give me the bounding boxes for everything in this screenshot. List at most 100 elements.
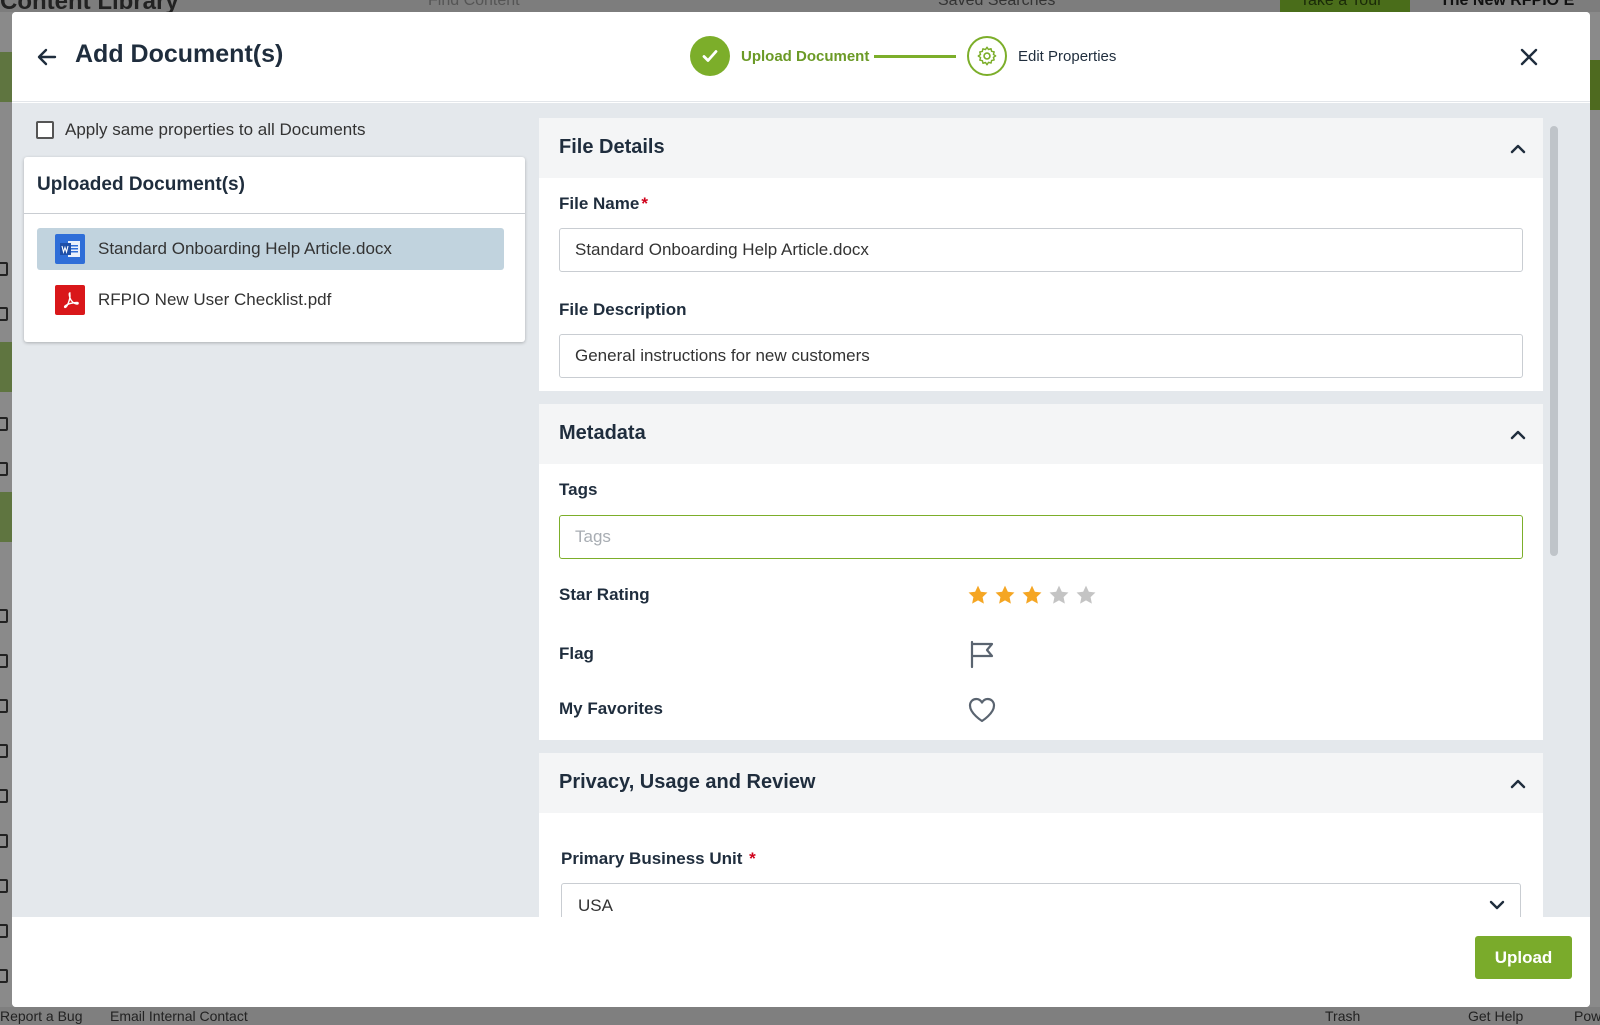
section-title: Privacy, Usage and Review <box>559 771 816 793</box>
required-marker: * <box>749 849 756 868</box>
star-filled-icon[interactable] <box>994 584 1016 606</box>
background-left-list <box>0 12 12 1007</box>
step-connector <box>874 55 956 58</box>
background-row-checkbox <box>0 789 8 803</box>
background-take-tour-button: Take a Tour <box>1280 0 1410 12</box>
background-get-help: Get Help <box>1468 1008 1524 1024</box>
pdf-icon <box>55 285 85 315</box>
properties-scrollbar[interactable] <box>1548 118 1558 917</box>
step-label: Upload Document <box>741 47 870 65</box>
background-footer: Report a Bug Email Internal Contact Tras… <box>0 1007 1600 1025</box>
upload-button[interactable]: Upload <box>1475 936 1572 979</box>
background-report-bug: Report a Bug <box>0 1008 83 1024</box>
document-name: Standard Onboarding Help Article.docx <box>98 239 392 258</box>
background-row-highlight <box>0 492 12 542</box>
favorites-label: My Favorites <box>559 699 663 718</box>
background-top-bar: Content Library Find Content Saved Searc… <box>0 0 1600 12</box>
chevron-up-icon[interactable] <box>1509 775 1527 793</box>
chevron-up-icon[interactable] <box>1509 426 1527 444</box>
tags-label: Tags <box>559 480 598 499</box>
heart-icon[interactable] <box>967 695 997 725</box>
step-label: Edit Properties <box>1018 47 1117 65</box>
background-row-checkbox <box>0 699 8 713</box>
background-row-highlight <box>0 52 12 102</box>
file-description-label: File Description <box>559 300 687 319</box>
chevron-down-icon <box>1489 900 1505 910</box>
step-edit-properties: Edit Properties <box>967 36 1116 76</box>
tags-input[interactable] <box>559 515 1523 559</box>
arrow-left-icon <box>37 48 57 66</box>
background-right-edge <box>1590 12 1600 1007</box>
document-name: RFPIO New User Checklist.pdf <box>98 290 332 309</box>
document-list-item[interactable]: Standard Onboarding Help Article.docx <box>37 228 504 270</box>
background-saved-searches: Saved Searches <box>938 0 1056 9</box>
close-icon <box>1520 48 1538 66</box>
background-row-highlight <box>0 342 12 392</box>
file-name-input[interactable] <box>559 228 1523 272</box>
background-row-checkbox <box>0 462 8 476</box>
section-header[interactable]: Privacy, Usage and Review <box>539 753 1543 813</box>
star-rating-label: Star Rating <box>559 585 650 604</box>
section-title: Metadata <box>559 422 646 444</box>
scrollbar-thumb[interactable] <box>1550 126 1558 556</box>
back-button[interactable] <box>32 42 62 72</box>
check-icon <box>702 50 718 62</box>
step-upload-document: Upload Document <box>690 36 869 76</box>
background-row-checkbox <box>0 609 8 623</box>
business-unit-label: Primary Business Unit * <box>561 849 756 868</box>
metadata-section: Metadata Tags Star Rating Flag My Favori… <box>539 404 1543 740</box>
background-new-label: The New RFPIO E <box>1440 0 1575 9</box>
uploaded-documents-title: Uploaded Document(s) <box>37 174 245 195</box>
background-row-checkbox <box>0 879 8 893</box>
background-search-input: Find Content <box>428 0 520 9</box>
section-header[interactable]: File Details <box>539 118 1543 178</box>
step-completed-indicator <box>690 36 730 76</box>
section-header[interactable]: Metadata <box>539 404 1543 464</box>
background-row-checkbox <box>0 262 8 276</box>
chevron-up-icon[interactable] <box>1509 140 1527 158</box>
background-email-contact: Email Internal Contact <box>110 1008 248 1024</box>
modal-footer: Upload <box>12 917 1590 1007</box>
section-title: File Details <box>559 136 665 158</box>
star-filled-icon[interactable] <box>967 584 989 606</box>
background-row-checkbox <box>0 924 8 938</box>
divider <box>24 213 525 214</box>
apply-same-properties-checkbox[interactable] <box>36 121 54 139</box>
required-marker: * <box>641 194 648 213</box>
business-unit-select[interactable]: USA <box>561 883 1521 917</box>
apply-same-properties-row[interactable]: Apply same properties to all Documents <box>36 120 365 140</box>
business-unit-value: USA <box>578 896 613 915</box>
background-row-checkbox <box>0 307 8 321</box>
background-trash: Trash <box>1325 1008 1361 1024</box>
close-button[interactable] <box>1514 42 1544 72</box>
background-row-checkbox <box>0 744 8 758</box>
background-action-band <box>1590 60 1600 110</box>
uploaded-documents-card: Uploaded Document(s) Standard Onboarding… <box>24 157 525 342</box>
modal-title: Add Document(s) <box>75 40 284 68</box>
background-app-title: Content Library <box>0 0 179 12</box>
flag-label: Flag <box>559 644 594 663</box>
step-active-indicator <box>967 36 1007 76</box>
background-powered: Pow <box>1574 1008 1600 1024</box>
star-rating[interactable] <box>967 584 1097 606</box>
flag-icon[interactable] <box>967 639 997 669</box>
word-doc-icon <box>55 234 85 264</box>
star-empty-icon[interactable] <box>1075 584 1097 606</box>
background-row-checkbox <box>0 417 8 431</box>
add-documents-modal: Add Document(s) Upload Document Edit Pro… <box>12 12 1590 1007</box>
modal-header: Add Document(s) Upload Document Edit Pro… <box>12 12 1590 102</box>
file-description-input[interactable] <box>559 334 1523 378</box>
apply-same-properties-label: Apply same properties to all Documents <box>65 120 366 139</box>
gear-icon <box>977 46 997 66</box>
document-list-item[interactable]: RFPIO New User Checklist.pdf <box>37 279 504 321</box>
file-details-section: File Details File Name* File Description <box>539 118 1543 391</box>
background-row-checkbox <box>0 969 8 983</box>
file-name-label: File Name * <box>559 194 648 213</box>
privacy-usage-review-section: Privacy, Usage and Review Primary Busine… <box>539 753 1543 917</box>
background-row-checkbox <box>0 834 8 848</box>
background-row-checkbox <box>0 654 8 668</box>
star-filled-icon[interactable] <box>1021 584 1043 606</box>
star-empty-icon[interactable] <box>1048 584 1070 606</box>
modal-body: Apply same properties to all Documents U… <box>12 103 1590 917</box>
properties-panel: File Details File Name* File Description… <box>539 118 1543 917</box>
